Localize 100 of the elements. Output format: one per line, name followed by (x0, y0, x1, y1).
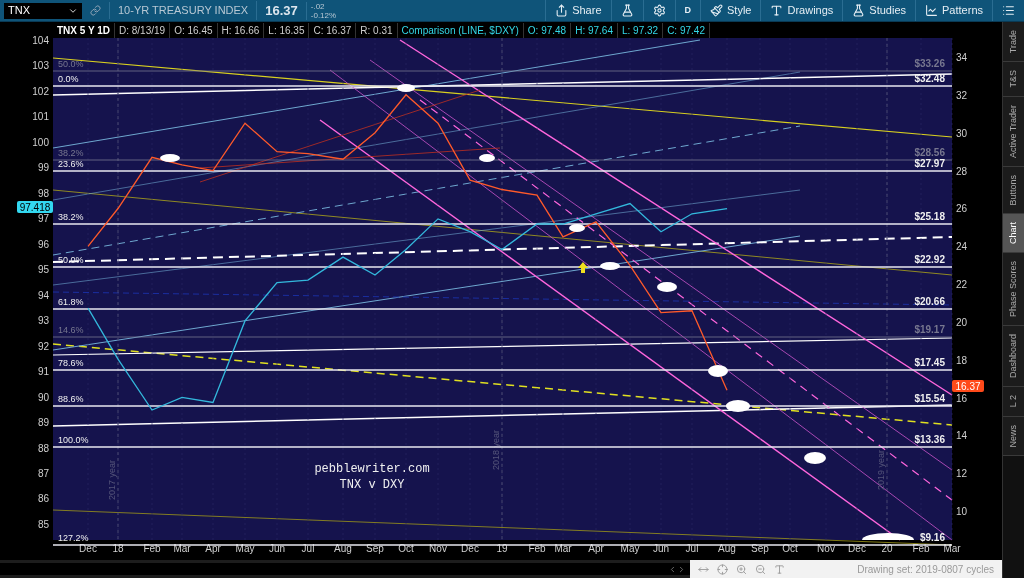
right-axis-label: 18 (956, 354, 968, 366)
left-axis-label: 100 (32, 136, 49, 148)
info-value: C: 16.37 (309, 22, 357, 38)
left-axis-label: 87 (37, 468, 49, 479)
left-axis-label: 98 (37, 187, 49, 199)
sidebar-tab[interactable]: Trade (1003, 22, 1024, 63)
left-axis-label: 95 (37, 264, 49, 276)
info-value: D: 8/13/19 (115, 22, 171, 38)
price-level-label: $25.18 (914, 211, 945, 222)
left-axis-label: 89 (37, 417, 49, 429)
x-axis-label: 19 (496, 543, 508, 554)
toolbar-button[interactable]: Style (700, 0, 761, 21)
price-badge: 16.37 (952, 380, 984, 392)
x-axis-label: Jul (301, 543, 315, 554)
price-change: -.02 (310, 1, 326, 11)
right-axis-label: 24 (956, 241, 968, 253)
sidebar-tab[interactable]: Buttons (1003, 166, 1024, 215)
fib-level-label: 0.0% (58, 74, 79, 84)
info-value: L: 97.32 (618, 22, 664, 38)
x-axis-label: Nov (429, 543, 447, 554)
sidebar-tab[interactable]: Active Trader (1003, 96, 1024, 167)
x-axis-label: Aug (718, 543, 736, 554)
info-value: O: 16.45 (170, 22, 218, 38)
settings-icon (652, 4, 666, 17)
left-axis-label: 93 (37, 315, 49, 327)
price-level-label: $28.56 (914, 147, 945, 158)
price-level-label: $33.26 (914, 58, 945, 69)
x-axis-label: Jul (685, 543, 699, 554)
scrollbar[interactable] (0, 563, 690, 575)
right-axis-label: 12 (956, 468, 968, 480)
sidebar-tab[interactable]: Chart (1003, 214, 1024, 254)
price-badge: 97.418 (17, 201, 53, 213)
price-level-label: $22.92 (914, 254, 945, 265)
text-icon[interactable] (774, 563, 785, 575)
x-axis-label: Dec (79, 543, 97, 554)
left-axis-label: 97 (37, 213, 49, 225)
left-axis-label: 94 (37, 289, 49, 301)
info-value: TNX 5 Y 1D (53, 22, 115, 38)
fib-level-label: 38.2% (58, 148, 84, 158)
left-axis-label: 96 (37, 238, 49, 250)
info-value: H: 16.66 (217, 22, 265, 38)
info-value: L: 16.35 (264, 22, 310, 38)
fib-level-label: 61.8% (58, 297, 84, 307)
x-axis-label: Oct (782, 543, 798, 554)
price-level-label: $13.36 (914, 434, 945, 445)
toolbar-button[interactable]: Patterns (915, 0, 992, 21)
x-axis-label: Mar (943, 543, 961, 554)
right-axis-label: 16 (956, 392, 968, 404)
chart-note: pebblewriter.com (314, 462, 430, 476)
x-axis-label: Feb (912, 543, 930, 554)
x-axis-label: Sep (751, 543, 769, 554)
right-axis-label: 28 (956, 165, 968, 177)
price-level-label: $19.17 (914, 324, 945, 335)
chart-note: TNX v DXY (339, 478, 405, 492)
sidebar-tab[interactable]: Phase Scores (1003, 253, 1024, 327)
left-axis-label: 103 (32, 60, 49, 72)
x-axis-label: Feb (528, 543, 546, 554)
last-price: 16.37 (256, 0, 306, 21)
comparison-label: Comparison (LINE, $DXY) (397, 22, 524, 38)
x-axis-label: Sep (366, 543, 384, 554)
price-level-label: $9.16 (919, 532, 945, 543)
line-chart-icon (925, 4, 939, 17)
toolbar-button[interactable]: D (674, 0, 700, 21)
symbol-description: 10-YR TREASURY INDEX (109, 2, 257, 19)
left-axis-label: 92 (37, 340, 49, 352)
toolbar-button[interactable]: Share (545, 0, 611, 21)
info-value: O: 97.48 (523, 22, 572, 38)
fib-level-label: 50.0% (58, 59, 84, 69)
toolbar-button[interactable]: Studies (842, 0, 916, 21)
left-axis-label: 86 (37, 493, 49, 505)
x-axis-label: 20 (881, 543, 893, 554)
symbol-field[interactable]: TNX (4, 2, 82, 19)
right-axis-label: 30 (956, 127, 968, 139)
cycle-marker (862, 533, 914, 540)
sidebar-tab[interactable]: T&S (1003, 62, 1024, 97)
toolbar-button[interactable]: Drawings (760, 0, 843, 21)
fib-level-label: 100.0% (58, 435, 89, 445)
flask-icon (620, 4, 634, 17)
fib-level-label: 88.6% (58, 394, 84, 404)
x-axis-label: Nov (817, 543, 835, 554)
up-arrow-icon (578, 262, 588, 273)
zoom-in-icon[interactable] (736, 563, 747, 575)
chevron-left-icon[interactable] (668, 564, 677, 574)
link-icon[interactable] (90, 5, 101, 16)
sidebar-tab[interactable]: L 2 (1003, 387, 1024, 417)
fib-level-label: 78.6% (58, 358, 84, 368)
fib-level-label: 38.2% (58, 212, 84, 222)
fib-level-label: 127.2% (58, 533, 89, 543)
x-axis-label: Dec (461, 543, 479, 554)
x-axis-label: Mar (554, 543, 572, 554)
x-axis-label: Jun (268, 543, 286, 554)
x-axis-label: 18 (112, 543, 124, 554)
sidebar-tab[interactable]: Dashboard (1003, 326, 1024, 388)
zoom-out-icon[interactable] (755, 563, 766, 575)
share-icon (555, 4, 569, 17)
text-icon (770, 4, 784, 17)
chevron-right-icon[interactable] (677, 564, 686, 574)
crosshair-icon[interactable] (717, 563, 728, 575)
price-level-label: $32.48 (914, 73, 945, 84)
sidebar-tab[interactable]: News (1003, 416, 1024, 457)
